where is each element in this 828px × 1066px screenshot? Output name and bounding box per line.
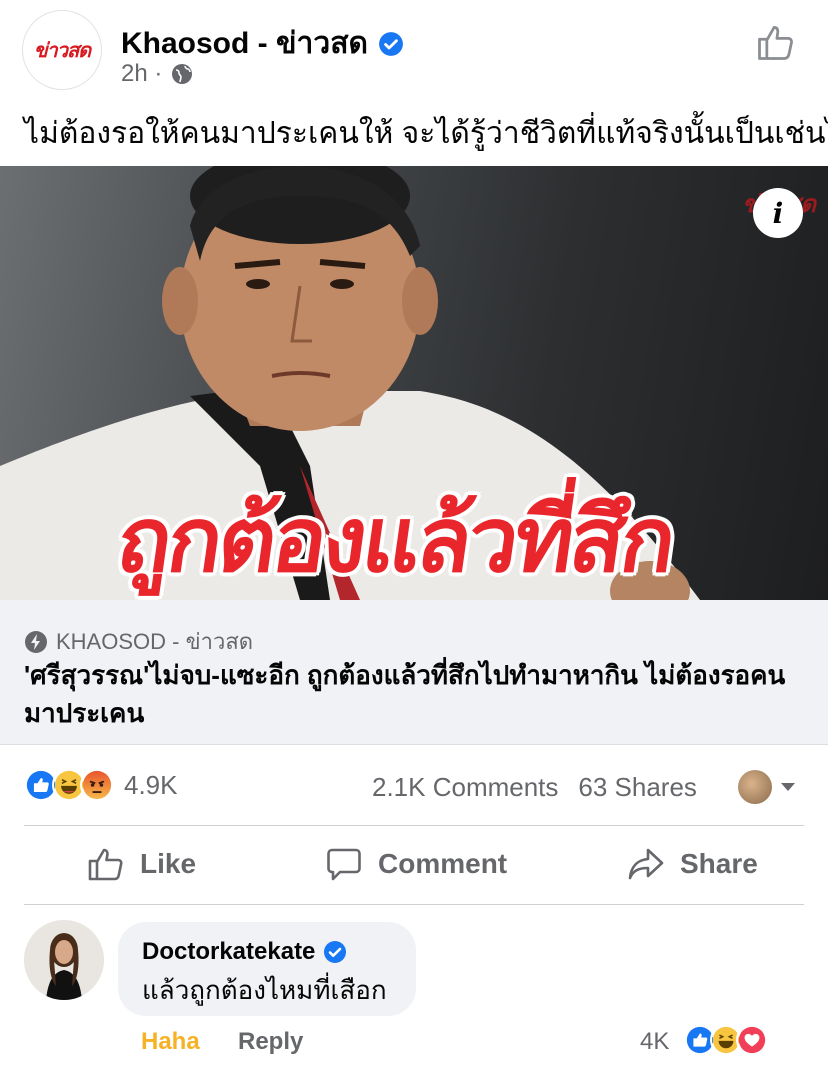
page-avatar[interactable]: ข่าวสด (22, 10, 102, 90)
comments-count-link[interactable]: 2.1K Comments (372, 772, 558, 803)
link-title[interactable]: 'ศรีสุวรรณ'ไม่จบ-แซะอีก ถูกต้องแล้วที่สึ… (24, 656, 814, 732)
comment-reactions[interactable] (684, 1024, 768, 1056)
angry-reaction-icon (80, 768, 114, 802)
reaction-count: 4.9K (124, 769, 178, 800)
globe-icon (172, 64, 193, 84)
divider (24, 904, 804, 905)
like-icon (88, 848, 123, 881)
comment-text: แล้วถูกต้องไหมที่เสือก (142, 975, 387, 1005)
comment-reaction-count: 4K (640, 1028, 670, 1055)
like-button[interactable]: Like (86, 844, 196, 884)
comment-reply-button[interactable]: Reply (238, 1028, 303, 1056)
chevron-down-icon[interactable] (779, 780, 797, 794)
comment-author[interactable]: Doctorkatekate (142, 938, 315, 966)
viewer-avatar[interactable] (738, 770, 772, 804)
post-time[interactable]: 2h · (121, 60, 162, 88)
reaction-summary[interactable]: 4.9K (24, 768, 178, 802)
commenter-avatar[interactable] (24, 920, 104, 1000)
comment-button[interactable]: Comment (324, 844, 507, 884)
share-label: Share (680, 848, 758, 879)
comment-haha-button[interactable]: Haha (141, 1028, 200, 1056)
page-logo-text: ข่าวสด (33, 38, 91, 62)
engagement-stats: 2.1K Comments 63 Shares (372, 772, 697, 803)
love-reaction-icon (736, 1024, 768, 1056)
link-source: KHAOSOD - ข่าวสด (24, 624, 253, 659)
image-headline: ถูกต้องแล้วที่สึก (110, 488, 680, 593)
comment-label: Comment (378, 848, 508, 879)
shares-count-link[interactable]: 63 Shares (578, 772, 697, 803)
instant-article-bolt-icon (25, 630, 47, 653)
post-text: ไม่ต้องรอให้คนมาประเคนให้ จะได้รู้ว่าชีว… (24, 117, 828, 150)
post-meta: 2h · (121, 60, 194, 88)
comment-icon (327, 848, 361, 881)
verified-badge-icon (324, 941, 347, 963)
share-icon (628, 848, 664, 880)
divider (24, 825, 804, 826)
share-button[interactable]: Share (626, 844, 758, 884)
info-button[interactable]: i (753, 188, 803, 238)
link-source-label: KHAOSOD - ข่าวสด (56, 629, 254, 654)
verified-badge-icon (379, 31, 403, 56)
comment-author-row: Doctorkatekate (142, 938, 347, 966)
header-like-icon[interactable] (754, 20, 798, 64)
commenter-photo (24, 920, 104, 1000)
like-label: Like (140, 848, 197, 879)
